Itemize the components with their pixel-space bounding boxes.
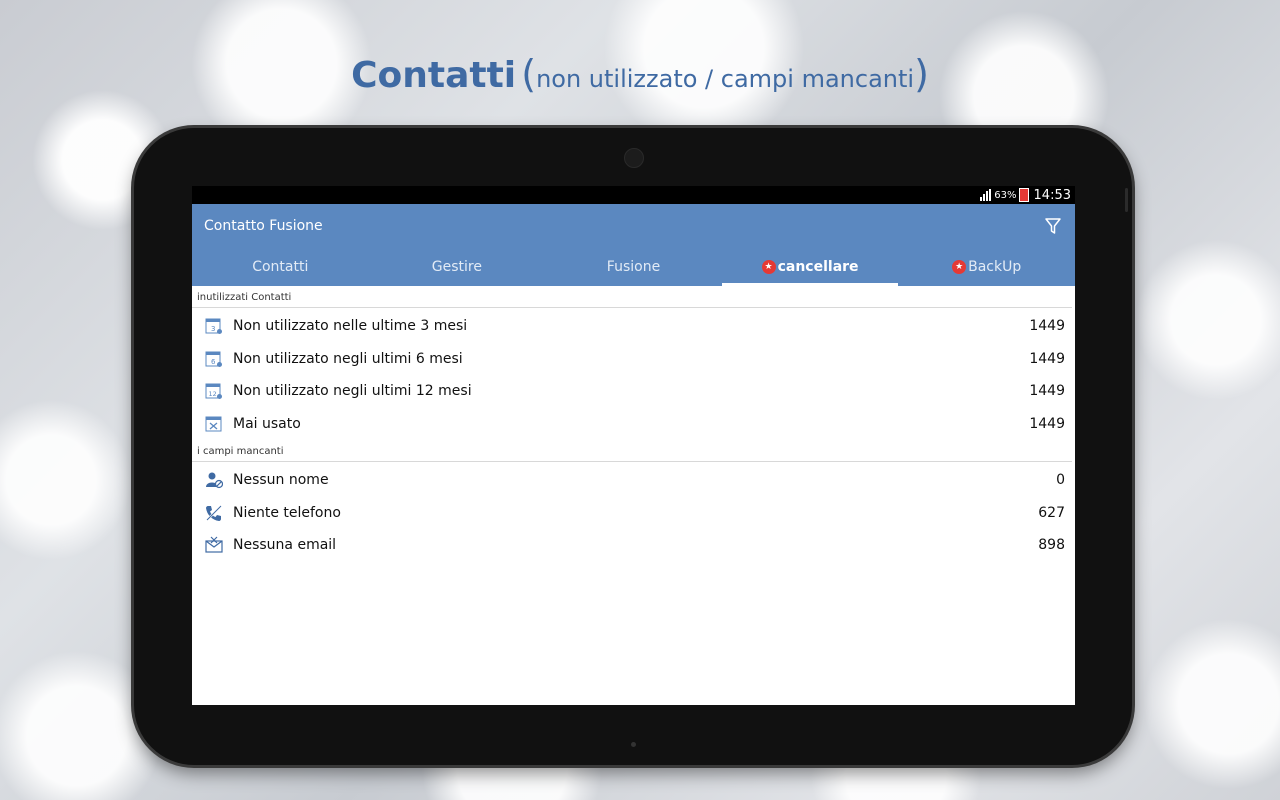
list-item-label: Niente telefono [233,504,341,521]
headline-paren-close: ) [914,52,929,96]
tab-label: Contatti [252,259,309,275]
no-email-icon [204,535,224,555]
tab-label: Gestire [431,259,482,275]
list-item[interactable]: 3 Non utilizzato nelle ultime 3 mesi 144… [192,310,1075,343]
pro-badge-icon: ★ [952,260,967,274]
battery-icon [1018,188,1029,202]
battery-percent: 63% [994,189,1017,201]
calendar-6-icon: 6 [204,349,224,369]
svg-text:3: 3 [211,325,215,333]
tab-fusione[interactable]: Fusione [545,248,722,286]
tab-backup[interactable]: ★ BackUp [898,248,1075,286]
list-item-label: Nessun nome [233,472,329,489]
home-dot [631,742,636,747]
svg-text:12: 12 [209,390,217,398]
calendar-3-icon: 3 [204,316,224,336]
status-bar: 63% 14:53 [192,186,1075,204]
list-item-label: Non utilizzato nelle ultime 3 mesi [233,318,468,335]
list-item-count: 898 [1038,537,1065,554]
tab-contatti[interactable]: Contatti [192,248,369,286]
list-item[interactable]: 12 Non utilizzato negli ultimi 12 mesi 1… [192,375,1075,408]
list-item-count: 0 [1056,472,1065,489]
list-item-label: Mai usato [233,415,301,432]
headline-main: Contatti [351,55,517,96]
unused-list: 3 Non utilizzato nelle ultime 3 mesi 144… [192,308,1075,440]
tab-bar: Contatti Gestire Fusione ★ cancellare ★ … [192,248,1075,286]
tab-label: BackUp [968,259,1022,275]
calendar-12-icon: 12 [204,381,224,401]
tab-gestire[interactable]: Gestire [369,248,546,286]
tab-cancellare[interactable]: ★ cancellare [721,248,899,286]
headline-sub: non utilizzato / campi mancanti [536,65,915,93]
list-item-count: 1449 [1029,318,1065,335]
clock: 14:53 [1033,187,1071,203]
svg-text:6: 6 [211,358,216,366]
no-phone-icon [204,503,224,523]
list-item-count: 627 [1038,504,1065,521]
camera-icon [624,148,644,168]
side-button [1125,188,1128,212]
list-item-label: Non utilizzato negli ultimi 12 mesi [233,383,472,400]
list-item[interactable]: Nessuna email 898 [192,529,1075,562]
list-item-count: 1449 [1029,350,1065,367]
tab-label: Fusione [606,259,661,275]
filter-icon[interactable] [1043,216,1063,236]
tab-label: cancellare [777,259,859,275]
calendar-x-icon [204,414,224,434]
list-item-label: Non utilizzato negli ultimi 6 mesi [233,350,463,367]
list-item-count: 1449 [1029,415,1065,432]
tablet-frame: 63% 14:53 Contatto Fusione Contatti Gest… [134,128,1132,765]
list-item[interactable]: Niente telefono 627 [192,497,1075,530]
app-screen: 63% 14:53 Contatto Fusione Contatti Gest… [192,186,1075,705]
no-name-icon [204,470,224,490]
pro-badge-icon: ★ [761,260,776,274]
list-item[interactable]: Nessun nome 0 [192,464,1075,497]
missing-fields-list: Nessun nome 0 Niente telefono 627 Nessun… [192,462,1075,562]
app-bar: Contatto Fusione Contatti Gestire Fusion… [192,204,1075,286]
list-item-count: 1449 [1029,383,1065,400]
section-header-missing: i campi mancanti [192,440,1072,462]
headline-paren-open: ( [521,52,537,96]
section-header-unused: inutilizzati Contatti [192,286,1072,308]
list-item[interactable]: 6 Non utilizzato negli ultimi 6 mesi 144… [192,343,1075,376]
promo-headline: Contatti (non utilizzato / campi mancant… [0,52,1280,96]
signal-icon [980,189,992,201]
list-item-label: Nessuna email [233,537,337,554]
app-title: Contatto Fusione [204,218,323,234]
list-item[interactable]: Mai usato 1449 [192,408,1075,441]
